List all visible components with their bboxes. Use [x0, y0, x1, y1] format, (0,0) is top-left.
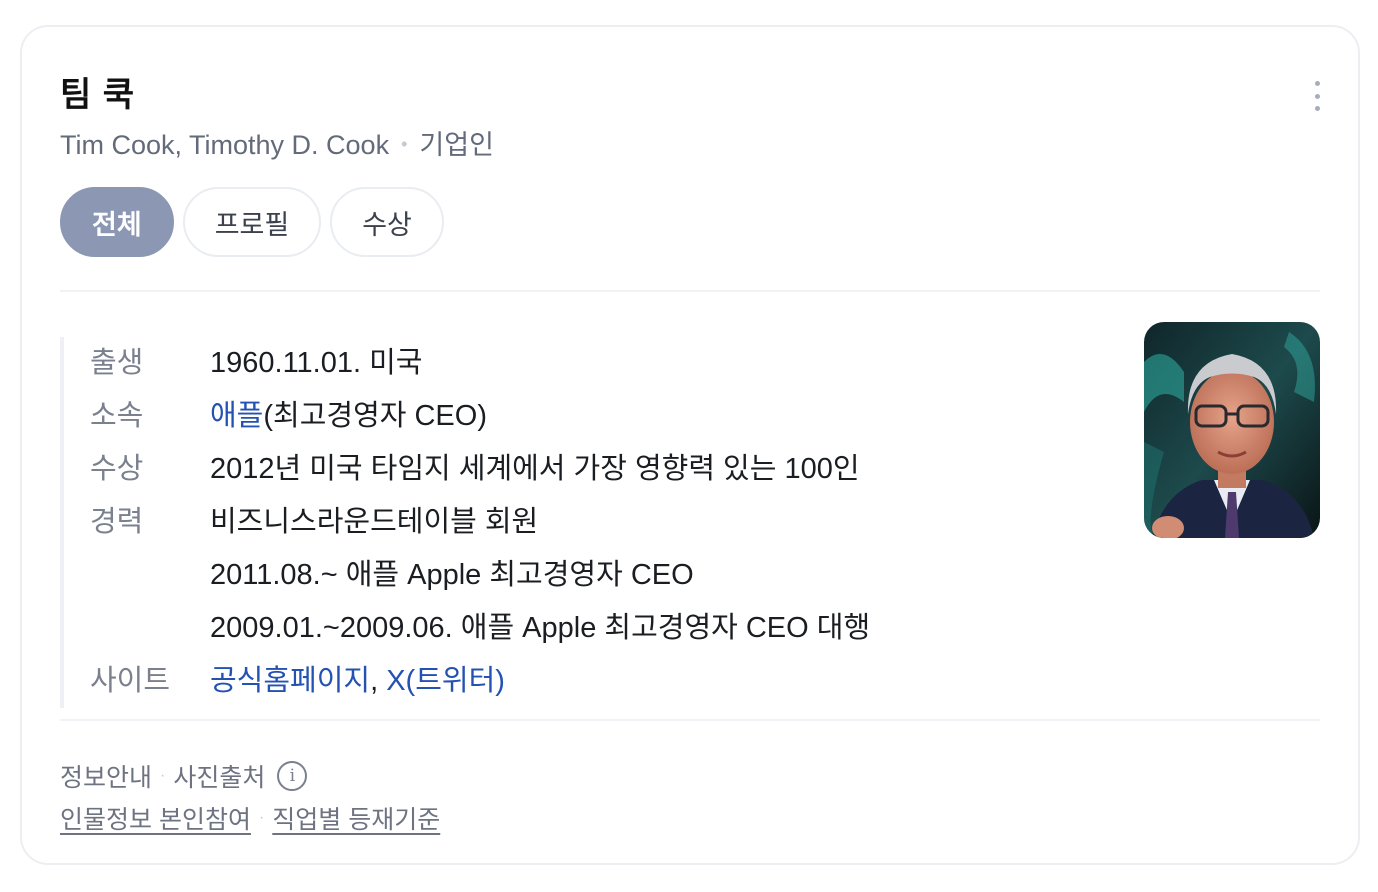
portrait-image — [1144, 322, 1320, 538]
footer: 정보안내 · 사진출처 i 인물정보 본인참여 · 직업별 등재기준 — [60, 755, 440, 839]
x-twitter-link[interactable]: X(트위터) — [386, 665, 505, 697]
tab-bar: 전체 프로필 수상 — [60, 187, 444, 257]
info-row-award: 수상 2012년 미국 타임지 세계에서 가장 영향력 있는 100인 — [64, 443, 964, 496]
info-guide-link[interactable]: 정보안내 — [60, 758, 152, 794]
affiliation-link-apple[interactable]: 애플 — [210, 400, 263, 432]
site-comma: , — [370, 665, 379, 697]
more-vertical-icon[interactable] — [1312, 81, 1322, 111]
footer-line-1: 정보안내 · 사진출처 i — [60, 755, 440, 797]
aliases-text: Tim Cook, Timothy D. Cook — [60, 130, 390, 160]
divider-top — [60, 290, 1320, 292]
site-label: 사이트 — [90, 665, 171, 697]
info-row-site: 사이트 공식홈페이지, X(트위터) — [64, 655, 964, 708]
person-photo[interactable] — [1144, 322, 1320, 538]
footer-dot: · — [258, 809, 265, 826]
listing-criteria-link[interactable]: 직업별 등재기준 — [272, 800, 440, 836]
footer-dot: · — [160, 767, 166, 784]
career-item: 비즈니스라운드테이블 회원 — [210, 506, 539, 538]
tab-profile[interactable]: 프로필 — [182, 187, 322, 257]
person-info-card: 팀 쿡 Tim Cook, Timothy D. Cook • 기업인 전체 프로필… — [20, 25, 1360, 865]
profile-info-list: 출생 1960.11.01. 미국 소속 애플(최고경영자 CEO) 수상 20… — [60, 337, 964, 708]
affiliation-value: 애플(최고경영자 CEO) — [210, 390, 487, 443]
affiliation-label: 소속 — [90, 400, 144, 432]
birth-value: 1960.11.01. 미국 — [210, 347, 423, 379]
tab-awards[interactable]: 수상 — [330, 187, 444, 257]
occupation-text: 기업인 — [419, 130, 494, 160]
tab-all[interactable]: 전체 — [60, 187, 174, 257]
subtitle-separator: • — [401, 134, 408, 154]
career-item: 2009.01.~2009.06. 애플 Apple 최고경영자 CEO 대행 — [210, 612, 871, 644]
info-circle-icon[interactable]: i — [277, 761, 308, 791]
info-row-birth: 출생 1960.11.01. 미국 — [64, 337, 964, 390]
photo-source-link[interactable]: 사진출처 — [173, 758, 265, 794]
affiliation-role: (최고경영자 CEO) — [263, 400, 487, 432]
subtitle: Tim Cook, Timothy D. Cook • 기업인 — [60, 123, 494, 162]
info-row-affiliation: 소속 애플(최고경영자 CEO) — [64, 390, 964, 443]
site-values: 공식홈페이지, X(트위터) — [210, 655, 505, 708]
footer-line-2: 인물정보 본인참여 · 직업별 등재기준 — [60, 797, 440, 839]
award-value: 2012년 미국 타임지 세계에서 가장 영향력 있는 100인 — [210, 453, 860, 485]
person-name-title: 팀 쿡 — [60, 76, 136, 114]
career-values: 비즈니스라운드테이블 회원 2011.08.~ 애플 Apple 최고경영자 C… — [210, 496, 870, 655]
award-label: 수상 — [90, 453, 144, 485]
birth-label: 출생 — [90, 347, 144, 379]
career-item: 2011.08.~ 애플 Apple 최고경영자 CEO — [210, 559, 694, 591]
self-participation-link[interactable]: 인물정보 본인참여 — [60, 800, 251, 836]
official-homepage-link[interactable]: 공식홈페이지 — [210, 665, 370, 697]
career-label: 경력 — [90, 506, 144, 538]
divider-bottom — [60, 719, 1320, 721]
info-row-career: 경력 비즈니스라운드테이블 회원 2011.08.~ 애플 Apple 최고경영… — [64, 496, 964, 655]
